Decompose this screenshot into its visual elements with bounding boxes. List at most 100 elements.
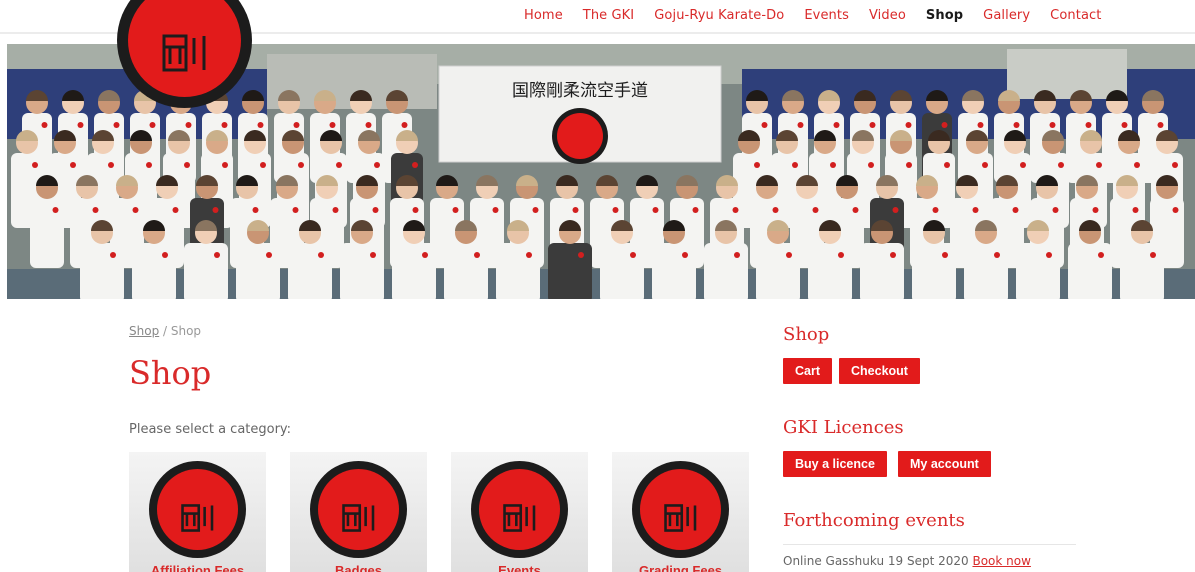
nav-menu: Home The GKI Goju-Ryu Karate-Do Events V… <box>524 8 1121 23</box>
category-grading-fees[interactable]: Grading Fees <box>612 452 749 572</box>
breadcrumb-separator: / <box>159 324 171 338</box>
gi-badge <box>905 122 912 128</box>
book-now-link[interactable]: Book now <box>972 554 1030 568</box>
my-account-button[interactable]: My account <box>898 451 991 477</box>
gi-badge <box>786 252 792 258</box>
student-body <box>392 243 436 299</box>
gi-badge <box>132 207 139 213</box>
gi-badge <box>772 207 779 213</box>
student-body <box>1016 243 1060 299</box>
gi-badge <box>108 162 114 168</box>
cart-button[interactable]: Cart <box>783 358 833 384</box>
gi-badge <box>1096 162 1102 168</box>
gi-badge <box>77 122 84 128</box>
gi-badge <box>526 252 532 258</box>
gi-badge <box>401 122 408 128</box>
event-text: Online Gasshuku 19 Sept 2020 <box>783 554 973 568</box>
student-body <box>1120 243 1164 299</box>
gi-badge <box>892 207 899 213</box>
gi-badge <box>906 162 912 168</box>
nav-item-goju-ryu[interactable]: Goju-Ryu Karate-Do <box>654 8 784 23</box>
breadcrumb-shop-link[interactable]: Shop <box>129 324 159 338</box>
checkout-button[interactable]: Checkout <box>839 358 920 384</box>
student-body <box>600 243 644 299</box>
gi-badge <box>260 162 266 168</box>
gi-badge <box>318 252 324 258</box>
gi-badge <box>994 252 1000 258</box>
gi-badge <box>1052 207 1059 213</box>
gi-badge <box>944 162 950 168</box>
gi-badge <box>869 122 876 128</box>
gi-badge <box>422 252 428 258</box>
gi-badge <box>982 162 988 168</box>
kanji-emblem-icon <box>162 34 205 71</box>
gi-badge <box>1012 207 1019 213</box>
gi-badge <box>149 122 156 128</box>
gi-badge <box>972 207 979 213</box>
gi-badge <box>221 122 228 128</box>
student-body <box>80 243 124 299</box>
student-body <box>808 243 852 299</box>
student-body <box>860 243 904 299</box>
nav-item-shop[interactable]: Shop <box>926 8 963 23</box>
gi-badge <box>412 207 419 213</box>
gi-badge <box>838 252 844 258</box>
gi-badge <box>412 162 418 168</box>
gi-badge <box>1085 122 1092 128</box>
category-badges[interactable]: Badges <box>290 452 427 572</box>
student-body <box>340 243 384 299</box>
gi-badge <box>868 162 874 168</box>
student-body <box>236 243 280 299</box>
breadcrumb-current: Shop <box>170 324 202 338</box>
gi-badge <box>492 207 499 213</box>
gi-badge <box>812 207 819 213</box>
gi-badge <box>942 252 948 258</box>
nav-item-the-gki[interactable]: The GKI <box>583 8 634 23</box>
category-logo-icon <box>632 461 729 558</box>
category-prompt: Please select a category: <box>129 422 292 437</box>
nav-item-video[interactable]: Video <box>869 8 906 23</box>
gi-badge <box>292 207 299 213</box>
gi-badge <box>630 252 636 258</box>
gi-badge <box>452 207 459 213</box>
gi-badge <box>1020 162 1026 168</box>
gi-badge <box>212 207 219 213</box>
category-events[interactable]: Events <box>451 452 588 572</box>
category-affiliation-fees[interactable]: Affiliation Fees <box>129 452 266 572</box>
gi-badge <box>374 162 380 168</box>
breadcrumb: Shop / Shop <box>129 324 201 338</box>
buy-licence-button[interactable]: Buy a licence <box>783 451 887 477</box>
sidebar-licences-heading: GKI Licences <box>783 417 904 438</box>
gi-badge <box>222 162 228 168</box>
nav-item-contact[interactable]: Contact <box>1050 8 1101 23</box>
gi-badge <box>572 207 579 213</box>
nav-item-home[interactable]: Home <box>524 8 563 23</box>
student-body <box>1068 243 1112 299</box>
student-body <box>964 243 1008 299</box>
gi-badge <box>792 162 798 168</box>
student-body <box>912 243 956 299</box>
student-body <box>652 243 696 299</box>
gi-badge <box>252 207 259 213</box>
sidebar-shop-heading: Shop <box>783 324 830 345</box>
gi-badge <box>754 162 760 168</box>
student-body <box>184 243 228 299</box>
gi-badge <box>113 122 120 128</box>
gi-badge <box>612 207 619 213</box>
banner-kanji: 国際剛柔流空手道 <box>512 81 648 101</box>
nav-item-gallery[interactable]: Gallery <box>983 8 1030 23</box>
gi-badge <box>92 207 99 213</box>
gi-badge <box>474 252 480 258</box>
gi-badge <box>214 252 220 258</box>
gi-badge <box>692 207 699 213</box>
student-body <box>132 243 176 299</box>
gi-badge <box>1121 122 1128 128</box>
student-body <box>496 243 540 299</box>
gi-badge <box>298 162 304 168</box>
logo-emblem <box>128 0 241 97</box>
category-logo-icon <box>310 461 407 558</box>
student-body <box>30 198 64 268</box>
student-body <box>444 243 488 299</box>
event-item: Online Gasshuku 19 Sept 2020 Book now <box>783 554 1031 568</box>
nav-item-events[interactable]: Events <box>804 8 849 23</box>
